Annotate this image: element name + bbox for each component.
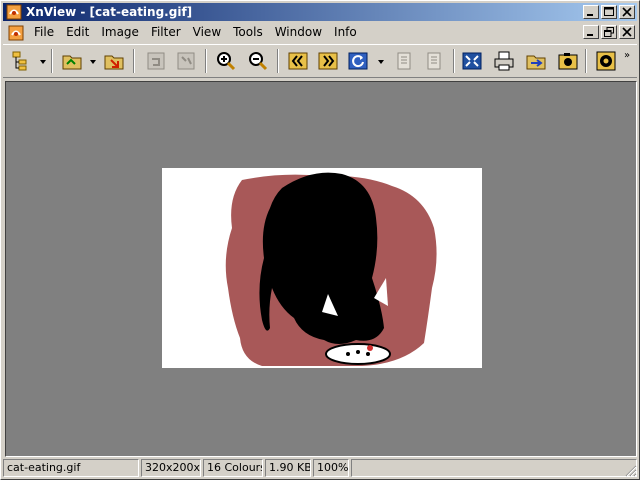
caption-buttons bbox=[581, 5, 635, 19]
save-icon bbox=[104, 55, 124, 70]
menu-filter-label: Filter bbox=[150, 25, 181, 39]
maximize-button[interactable] bbox=[601, 5, 617, 19]
close-icon bbox=[622, 7, 632, 17]
settings-icon bbox=[596, 51, 616, 71]
print-button[interactable] bbox=[491, 48, 517, 74]
browser-dropdown-icon[interactable] bbox=[39, 58, 47, 66]
toolbar-separator bbox=[51, 49, 53, 73]
toolbar-separator bbox=[453, 49, 455, 73]
menu-edit-label: Edit bbox=[66, 25, 90, 39]
toolbar-separator bbox=[585, 49, 587, 73]
toolbar: » bbox=[3, 44, 637, 78]
print-icon bbox=[494, 51, 514, 71]
status-zoom: 100% bbox=[313, 459, 349, 477]
menu-tools[interactable]: Tools bbox=[227, 24, 269, 41]
close-button[interactable] bbox=[619, 5, 635, 19]
refresh-dropdown-icon[interactable] bbox=[377, 58, 385, 66]
settings-button[interactable] bbox=[593, 48, 619, 74]
fullscreen-button[interactable] bbox=[459, 48, 485, 74]
window-title: XnView - [cat-eating.gif] bbox=[26, 5, 193, 19]
zoom-in-button[interactable] bbox=[213, 48, 239, 74]
redo-button[interactable] bbox=[173, 48, 199, 74]
menu-image-label: Image bbox=[101, 25, 139, 39]
undo-icon bbox=[147, 52, 165, 70]
menu-file[interactable]: File bbox=[28, 24, 60, 41]
zoom-out-button[interactable] bbox=[245, 48, 271, 74]
fullscreen-icon bbox=[462, 52, 482, 70]
scan-icon bbox=[526, 55, 546, 70]
status-filesize: 1.90 KB bbox=[265, 459, 311, 477]
image-viewport[interactable] bbox=[5, 81, 637, 457]
menu-info-label: Info bbox=[334, 25, 357, 39]
previous-button[interactable] bbox=[285, 48, 311, 74]
title-bar[interactable]: XnView - [cat-eating.gif] bbox=[3, 3, 637, 21]
browser-icon bbox=[12, 51, 27, 71]
menu-edit[interactable]: Edit bbox=[60, 24, 95, 41]
previous-icon bbox=[288, 52, 308, 70]
mdi-buttons bbox=[581, 25, 635, 39]
refresh-icon bbox=[348, 52, 368, 70]
mdi-close-button[interactable] bbox=[619, 25, 635, 39]
next-icon bbox=[318, 52, 338, 70]
resize-grip-icon[interactable] bbox=[623, 463, 637, 477]
cat-tongue bbox=[367, 345, 373, 351]
scan-button[interactable] bbox=[523, 48, 549, 74]
toolbar-separator bbox=[133, 49, 135, 73]
displayed-image bbox=[162, 168, 482, 368]
cat-eating-picture bbox=[162, 168, 482, 368]
document-icon[interactable] bbox=[8, 25, 24, 41]
paste-button[interactable] bbox=[421, 48, 447, 74]
copy-icon bbox=[397, 52, 411, 70]
capture-icon bbox=[558, 53, 578, 70]
open-icon bbox=[62, 55, 82, 70]
status-colours: 16 Colours bbox=[203, 459, 263, 477]
zoom-in-icon bbox=[217, 52, 236, 71]
menu-window[interactable]: Window bbox=[269, 24, 328, 41]
mdi-restore-button[interactable] bbox=[601, 25, 617, 39]
status-dimensions: 320x200x8 bbox=[141, 459, 201, 477]
xnview-app-icon[interactable] bbox=[6, 4, 22, 20]
toolbar-separator bbox=[205, 49, 207, 73]
menu-tools-label: Tools bbox=[233, 25, 263, 39]
redo-icon bbox=[177, 52, 195, 70]
toolbar-overflow-chevron-icon[interactable]: » bbox=[624, 51, 634, 61]
menu-info[interactable]: Info bbox=[328, 24, 363, 41]
status-bar: cat-eating.gif 320x200x8 16 Colours 1.90… bbox=[3, 459, 637, 477]
mdi-minimize-button[interactable] bbox=[583, 25, 599, 39]
menu-file-label: File bbox=[34, 25, 55, 39]
capture-button[interactable] bbox=[555, 48, 581, 74]
copy-button[interactable] bbox=[391, 48, 417, 74]
status-empty-panel bbox=[351, 459, 637, 477]
restore-icon bbox=[604, 27, 614, 37]
minimize-icon bbox=[587, 34, 593, 36]
menu-image[interactable]: Image bbox=[95, 24, 145, 41]
refresh-button[interactable] bbox=[345, 48, 371, 74]
maximize-icon bbox=[604, 7, 614, 16]
menu-window-label: Window bbox=[274, 25, 323, 39]
menu-bar: File Edit Image Filter View Tools Window… bbox=[3, 23, 637, 42]
undo-button[interactable] bbox=[143, 48, 169, 74]
toolbar-separator bbox=[277, 49, 279, 73]
open-button[interactable] bbox=[59, 48, 85, 74]
minimize-button[interactable] bbox=[583, 5, 599, 19]
menu-view-label: View bbox=[192, 25, 222, 39]
save-button[interactable] bbox=[101, 48, 127, 74]
menu-view[interactable]: View bbox=[187, 24, 227, 41]
paste-icon bbox=[427, 52, 441, 70]
app-window: XnView - [cat-eating.gif] File Edit Imag… bbox=[0, 0, 640, 480]
menu-filter[interactable]: Filter bbox=[145, 24, 187, 41]
browser-button[interactable] bbox=[9, 48, 35, 74]
next-button[interactable] bbox=[315, 48, 341, 74]
minimize-icon bbox=[587, 14, 593, 16]
open-dropdown-icon[interactable] bbox=[89, 58, 97, 66]
zoom-out-icon bbox=[249, 52, 268, 71]
status-filename: cat-eating.gif bbox=[3, 459, 139, 477]
close-icon bbox=[622, 27, 632, 37]
